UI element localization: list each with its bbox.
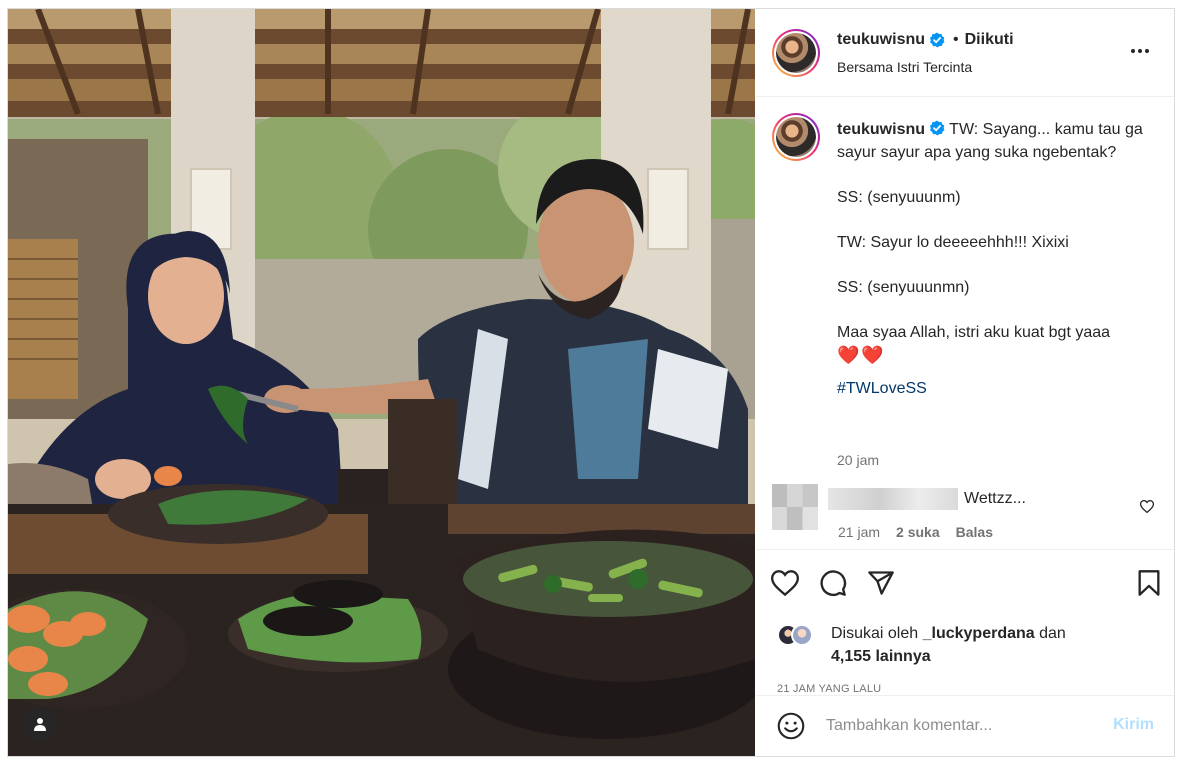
comment-text: Wettzz... xyxy=(964,490,1026,507)
save-button[interactable] xyxy=(1133,567,1165,599)
following-button[interactable]: Diikuti xyxy=(965,31,1014,49)
verified-badge-icon xyxy=(929,120,945,136)
like-button[interactable] xyxy=(769,567,801,599)
commenter-avatar-blurred[interactable] xyxy=(772,484,818,530)
caption-emoji: ❤️❤️ xyxy=(837,345,886,365)
likes-prefix: Disukai oleh xyxy=(831,625,919,642)
caption-time: 20 jam xyxy=(837,452,880,468)
header-separator: • xyxy=(953,31,959,48)
post-header: teukuwisnu • Diikuti Bersama Istri Terci… xyxy=(756,9,1174,97)
post-timestamp[interactable]: 21 JAM YANG LALU xyxy=(777,683,881,695)
user-tag-button[interactable] xyxy=(23,707,57,741)
caption-line: SS: (senyuuunmn) xyxy=(837,279,970,296)
liker-avatars[interactable] xyxy=(777,624,821,648)
caption-line: TW: Sayur lo deeeeehhh!!! Xixixi xyxy=(837,234,1069,251)
post-actions: Disukai oleh _luckyperdana dan 4,155 lai… xyxy=(756,549,1174,695)
comment-time: 21 jam xyxy=(838,524,881,540)
heart-icon xyxy=(771,570,799,596)
comments-section: teukuwisnu TW: Sayang... kamu tau ga say… xyxy=(756,98,1174,549)
bookmark-icon xyxy=(1138,570,1160,596)
post-photo-illustration xyxy=(8,9,755,756)
comment-like-button[interactable] xyxy=(1139,500,1155,518)
share-button[interactable] xyxy=(865,567,897,599)
caption-username[interactable]: teukuwisnu xyxy=(837,121,925,138)
comment-icon xyxy=(820,570,847,596)
author-username[interactable]: teukuwisnu xyxy=(837,31,925,49)
commenter-username-blurred[interactable] xyxy=(828,488,958,510)
comment-reply-button[interactable]: Balas xyxy=(956,524,993,540)
likes-joiner: dan xyxy=(1039,625,1066,642)
post-caption: teukuwisnu TW: Sayang... kamu tau ga say… xyxy=(837,118,1157,400)
caption-line: SS: (senyuuunm) xyxy=(837,189,961,206)
heart-icon xyxy=(1139,500,1155,514)
likes-others[interactable]: 4,155 lainnya xyxy=(831,648,931,665)
post-dialog: teukuwisnu • Diikuti Bersama Istri Terci… xyxy=(7,8,1175,757)
caption-line: Maa syaa Allah, istri aku kuat bgt yaaa xyxy=(837,324,1111,341)
emoji-icon xyxy=(777,712,805,740)
emoji-button[interactable] xyxy=(776,711,806,741)
post-side-panel: teukuwisnu • Diikuti Bersama Istri Terci… xyxy=(756,9,1174,756)
verified-badge-icon xyxy=(929,32,945,48)
comment-item: Wettzz... 21 jam 2 suka Balas xyxy=(772,484,1172,544)
user-tag-icon xyxy=(34,718,46,731)
share-icon xyxy=(868,571,894,595)
comment-input[interactable] xyxy=(826,713,1096,739)
add-comment-bar: Kirim xyxy=(756,695,1174,756)
post-location[interactable]: Bersama Istri Tercinta xyxy=(837,59,972,75)
more-options-button[interactable] xyxy=(1128,39,1152,63)
more-options-icon xyxy=(1131,49,1149,53)
post-comment-button[interactable]: Kirim xyxy=(1113,716,1154,734)
author-avatar[interactable] xyxy=(772,29,820,77)
caption-author-avatar[interactable] xyxy=(772,113,820,161)
post-photo xyxy=(8,9,755,756)
comment-likes[interactable]: 2 suka xyxy=(896,524,940,540)
liker-username[interactable]: _luckyperdana xyxy=(923,625,1035,642)
caption-hashtag[interactable]: #TWLoveSS xyxy=(837,377,1157,400)
comment-button[interactable] xyxy=(817,567,849,599)
